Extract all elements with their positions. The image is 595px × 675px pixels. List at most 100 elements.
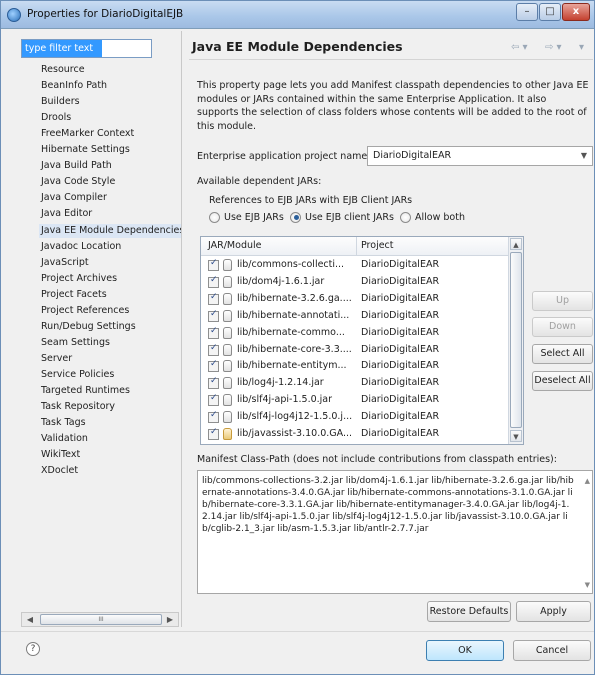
row-checkbox[interactable] [208, 309, 219, 322]
scroll-down-icon[interactable]: ▼ [585, 581, 590, 589]
minimize-button[interactable]: – [516, 3, 538, 21]
window-title: Properties for DiarioDigitalEJB [27, 8, 184, 20]
nav-item[interactable]: WikiText [41, 448, 80, 462]
table-row[interactable]: lib/javassist-3.10.0.GA... DiarioDigitalE… [201, 427, 509, 442]
nav-item[interactable]: Java Compiler [41, 191, 107, 205]
nav-item[interactable]: Project Facets [41, 288, 107, 302]
table-row[interactable]: lib/hibernate-3.2.6.ga.... DiarioDigitalE… [201, 292, 509, 307]
row-checkbox[interactable] [208, 343, 219, 356]
down-button[interactable]: Down [532, 317, 593, 337]
restore-defaults-button[interactable]: Restore Defaults [427, 601, 511, 622]
nav-item[interactable]: Hibernate Settings [41, 143, 130, 157]
column-header-jar-module[interactable]: JAR/Module [208, 240, 261, 251]
row-checkbox[interactable] [208, 275, 219, 288]
radio-use-ejb-client-jars[interactable]: Use EJB client JARs [290, 210, 394, 224]
cancel-button[interactable]: Cancel [513, 640, 591, 661]
nav-item[interactable]: Javadoc Location [41, 240, 121, 254]
radio-use-ejb-jars[interactable]: Use EJB JARs [209, 210, 284, 224]
nav-item[interactable]: FreeMarker Context [41, 127, 134, 141]
nav-item[interactable]: Server [41, 352, 72, 366]
forward-arrow-icon[interactable]: ⇨ ▾ [545, 42, 562, 53]
chevron-down-icon: ▼ [580, 151, 587, 160]
nav-horizontal-scrollbar[interactable]: ◀ III ▶ [21, 612, 179, 627]
row-checkbox[interactable] [208, 427, 219, 440]
page-header: Java EE Module Dependencies ⇦ ▾ ⇨ ▾ ▾ [189, 34, 593, 60]
nav-item[interactable]: Builders [41, 95, 80, 109]
project-cell: DiarioDigitalEAR [361, 275, 440, 287]
project-cell: DiarioDigitalEAR [361, 428, 440, 439]
radio-icon[interactable] [400, 211, 411, 223]
table-row[interactable]: lib/slf4j-api-1.5.0.jar DiarioDigitalEAR [201, 393, 509, 408]
table-row[interactable]: lib/dom4j-1.6.1.jar DiarioDigitalEAR [201, 275, 509, 290]
ok-button[interactable]: OK [426, 640, 504, 661]
row-checkbox[interactable] [208, 326, 219, 339]
row-checkbox[interactable] [208, 258, 219, 271]
manifest-classpath-textarea[interactable]: lib/commons-collections-3.2.jar lib/dom4… [197, 470, 593, 594]
maximize-button[interactable]: □ [539, 3, 561, 21]
nav-item[interactable]: Task Repository [41, 400, 115, 414]
ear-project-select[interactable]: DiarioDigitalEAR ▼ [367, 146, 593, 166]
title-bar[interactable]: Properties for DiarioDigitalEJB – □ x [1, 1, 594, 29]
table-row[interactable]: lib/commons-collecti... DiarioDigitalEAR [201, 258, 509, 273]
row-checkbox[interactable] [208, 393, 219, 407]
jar-icon [223, 343, 232, 356]
help-icon[interactable]: ? [26, 642, 40, 656]
nav-item[interactable]: Project Archives [41, 272, 117, 286]
scroll-down-icon[interactable]: ▼ [510, 430, 522, 442]
eclipse-icon [7, 8, 21, 22]
close-button[interactable]: x [562, 3, 590, 21]
column-header-project[interactable]: Project [361, 240, 394, 251]
back-arrow-icon[interactable]: ⇦ ▾ [511, 42, 528, 53]
filter-field[interactable] [21, 39, 152, 58]
nav-item[interactable]: Validation [41, 432, 88, 446]
nav-item[interactable]: Seam Settings [41, 336, 110, 350]
nav-item[interactable]: JavaScript [41, 256, 89, 270]
nav-item[interactable]: Resource [41, 63, 85, 77]
table-row[interactable]: lib/hibernate-commo... DiarioDigitalEAR [201, 326, 509, 341]
nav-item[interactable]: Java Build Path [41, 159, 112, 173]
up-button[interactable]: Up [532, 291, 593, 311]
nav-item[interactable]: Java EE Module Dependencies [39, 223, 181, 238]
table-row[interactable]: lib/slf4j-log4j12-1.5.0.j... DiarioDigita… [201, 410, 509, 425]
project-cell: DiarioDigitalEAR [361, 411, 440, 423]
properties-dialog: Properties for DiarioDigitalEJB – □ x Re… [0, 0, 595, 675]
deselect-all-button[interactable]: Deselect All [532, 371, 593, 391]
table-row[interactable]: lib/hibernate-core-3.3.... DiarioDigitalE… [201, 343, 509, 358]
jar-module-cell: lib/javassist-3.10.0.GA... [237, 428, 353, 439]
row-checkbox[interactable] [208, 292, 219, 305]
filter-input[interactable] [22, 40, 102, 57]
apply-button[interactable]: Apply [516, 601, 591, 622]
footer-divider [1, 631, 594, 632]
table-row[interactable]: lib/hibernate-entitym... DiarioDigitalEAR [201, 359, 509, 374]
jar-module-cell: lib/log4j-1.2.14.jar [237, 377, 324, 389]
table-row[interactable]: lib/hibernate-annotati... DiarioDigitalEA… [201, 309, 509, 324]
radio-selected-icon[interactable] [290, 211, 301, 223]
nav-item[interactable]: Service Policies [41, 368, 114, 382]
table-vertical-scrollbar[interactable]: ▲ ▼ [508, 237, 523, 444]
scroll-up-icon[interactable]: ▲ [510, 238, 522, 250]
scroll-right-icon[interactable]: ▶ [164, 614, 176, 625]
radio-allow-both[interactable]: Allow both [400, 210, 465, 224]
scroll-thumb[interactable]: III [40, 614, 162, 625]
scroll-thumb[interactable] [510, 252, 522, 428]
scroll-left-icon[interactable]: ◀ [24, 614, 36, 625]
project-cell: DiarioDigitalEAR [361, 343, 440, 355]
nav-item[interactable]: Targeted Runtimes [41, 384, 130, 398]
table-row[interactable]: lib/log4j-1.2.14.jar DiarioDigitalEAR [201, 376, 509, 391]
row-checkbox[interactable] [208, 410, 219, 424]
nav-item[interactable]: Drools [41, 111, 71, 125]
project-cell: DiarioDigitalEAR [361, 394, 440, 406]
view-menu-icon[interactable]: ▾ [579, 42, 584, 53]
nav-item[interactable]: Project References [41, 304, 129, 318]
nav-item[interactable]: XDoclet [41, 464, 78, 478]
radio-icon[interactable] [209, 211, 220, 223]
nav-item[interactable]: Run/Debug Settings [41, 320, 136, 334]
row-checkbox[interactable] [208, 359, 219, 373]
row-checkbox[interactable] [208, 376, 219, 390]
nav-item[interactable]: Java Code Style [41, 175, 115, 189]
nav-item[interactable]: Java Editor [41, 207, 92, 221]
nav-item[interactable]: Task Tags [41, 416, 86, 430]
nav-item[interactable]: BeanInfo Path [41, 79, 107, 93]
scroll-up-icon[interactable]: ▲ [585, 477, 590, 485]
select-all-button[interactable]: Select All [532, 344, 593, 364]
